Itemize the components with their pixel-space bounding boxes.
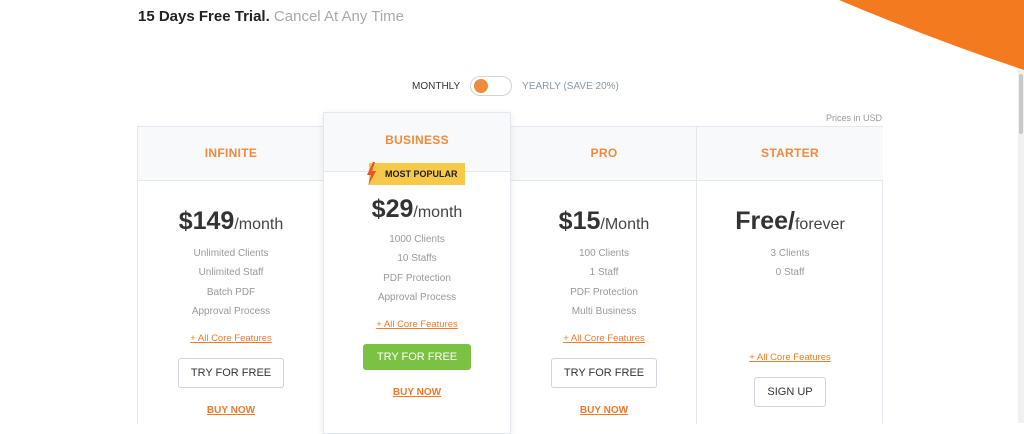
plan-name: INFINITE xyxy=(138,127,324,181)
plan-price: $15/Month xyxy=(511,206,697,236)
try-for-free-button[interactable]: TRY FOR FREE xyxy=(177,357,285,388)
all-core-features-link[interactable]: + All Core Features xyxy=(376,319,458,330)
all-core-features-link[interactable]: + All Core Features xyxy=(190,333,272,344)
feature-item: 1000 Clients xyxy=(389,234,445,245)
buy-now-link[interactable]: BUY NOW xyxy=(207,405,255,416)
price-amount: $29 xyxy=(371,195,414,223)
plan-pro: PRO $15/Month 100 Clients 1 Staff PDF Pr… xyxy=(510,127,697,424)
buy-now-link[interactable]: BUY NOW xyxy=(580,405,628,416)
feature-list: 100 Clients 1 Staff PDF Protection Multi… xyxy=(511,244,697,322)
trial-headline: 15 Days Free Trial. Cancel At Any Time xyxy=(138,8,404,25)
price-amount: Free/ xyxy=(735,207,795,235)
price-amount: $149 xyxy=(178,207,235,235)
plan-name: PRO xyxy=(511,127,697,181)
feature-list: 3 Clients 0 Staff xyxy=(697,244,883,283)
monthly-label[interactable]: MONTHLY xyxy=(412,81,460,92)
plan-price: $29/month xyxy=(324,194,510,224)
feature-item: 10 Staffs xyxy=(397,253,437,265)
feature-item: 0 Staff xyxy=(775,267,805,279)
feature-item: Approval Process xyxy=(377,292,457,304)
scrollbar-thumb[interactable] xyxy=(1019,74,1023,134)
billing-period-switch: MONTHLY YEARLY (SAVE 20%) xyxy=(412,76,619,96)
billing-toggle[interactable] xyxy=(470,76,513,96)
feature-list: 1000 Clients 10 Staffs PDF Protection Ap… xyxy=(324,230,510,308)
try-for-free-button[interactable]: TRY FOR FREE xyxy=(550,357,658,388)
feature-item: Multi Business xyxy=(571,306,637,318)
toggle-knob xyxy=(474,79,489,93)
price-period: /Month xyxy=(600,216,650,233)
feature-item: Approval Process xyxy=(191,306,271,318)
plan-name: STARTER xyxy=(697,127,883,181)
plan-price: Free/forever xyxy=(697,206,883,236)
price-period: /month xyxy=(413,204,463,221)
feature-item: 3 Clients xyxy=(770,248,810,259)
corner-decoration xyxy=(839,0,1024,70)
plan-price: $149/month xyxy=(138,206,324,236)
price-period: /month xyxy=(234,216,284,233)
plan-infinite: INFINITE $149/month Unlimited Clients Un… xyxy=(138,127,324,424)
feature-list: Unlimited Clients Unlimited Staff Batch … xyxy=(138,244,324,322)
currency-note: Prices in USD xyxy=(826,113,883,123)
all-core-features-link[interactable]: + All Core Features xyxy=(749,352,831,363)
buy-now-link[interactable]: BUY NOW xyxy=(393,387,441,398)
feature-item: Unlimited Clients xyxy=(193,248,269,259)
price-amount: $15 xyxy=(558,207,601,235)
feature-item: Batch PDF xyxy=(206,286,256,298)
lightning-icon xyxy=(367,162,376,186)
trial-text: 15 Days Free Trial. xyxy=(138,8,270,25)
plan-starter: STARTER Free/forever 3 Clients 0 Staff +… xyxy=(696,127,883,424)
feature-item: 100 Clients xyxy=(578,248,630,259)
most-popular-badge: MOST POPULAR xyxy=(367,162,465,186)
try-for-free-button[interactable]: TRY FOR FREE xyxy=(362,343,472,370)
price-period: forever xyxy=(794,216,845,233)
badge-label: MOST POPULAR xyxy=(385,169,458,179)
cancel-text: Cancel At Any Time xyxy=(273,8,404,25)
feature-item: PDF Protection xyxy=(570,286,638,298)
yearly-label[interactable]: YEARLY (SAVE 20%) xyxy=(522,81,619,92)
all-core-features-link[interactable]: + All Core Features xyxy=(563,333,645,344)
plan-business: BUSINESS MOST POPULAR $29/month 1000 Cli… xyxy=(323,112,511,434)
feature-item: Unlimited Staff xyxy=(198,267,264,279)
feature-item: PDF Protection xyxy=(383,272,451,284)
sign-up-button[interactable]: SIGN UP xyxy=(754,376,826,407)
feature-item: 1 Staff xyxy=(589,267,619,279)
